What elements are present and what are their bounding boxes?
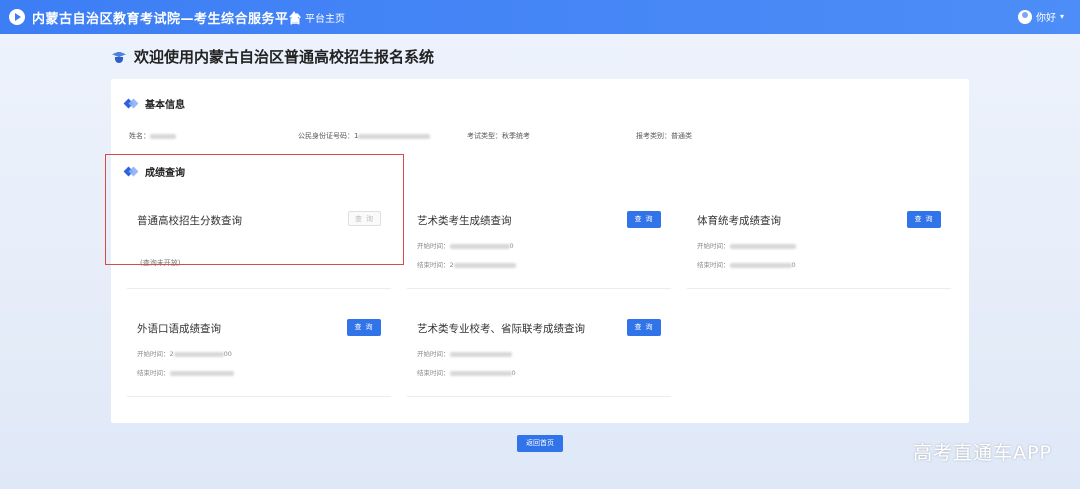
score-card-art: 艺术类考生成绩查询 查 询 开始时间：0 开始时间：结束时间：2 — [407, 193, 671, 289]
start-time: 开始时间： — [417, 348, 512, 358]
score-card-art-professional: 艺术类专业校考、省际联考成绩查询 查 询 开始时间： 结束时间： 0 — [407, 301, 671, 397]
query-button[interactable]: 查 询 — [907, 211, 941, 228]
platform-logo-icon — [9, 9, 25, 25]
back-to-home-button[interactable]: 返回首页 — [517, 435, 563, 452]
score-card-name: 艺术类考生成绩查询 — [417, 215, 512, 227]
chevron-down-icon: ▾ — [1059, 12, 1064, 21]
home-link[interactable]: 平台主页 — [290, 10, 345, 25]
score-card-oral-language: 外语口语成绩查询 查 询 开始时间：2 00 结束时间： — [127, 301, 391, 397]
query-button[interactable]: 查 询 — [347, 319, 381, 336]
start-time: 开始时间： 0 — [417, 242, 514, 250]
basic-info-title: 基本信息 — [145, 100, 185, 111]
exam-type-field: 考试类型：秋季统考 — [467, 132, 530, 140]
name-field: 姓名： — [129, 131, 176, 141]
score-card-name: 外语口语成绩查询 — [137, 323, 221, 335]
home-link-label: 平台主页 — [305, 14, 345, 25]
basic-info-heading: 基本信息 — [125, 96, 185, 111]
category-field: 报考类别：普通类 — [636, 132, 692, 140]
start-time: 开始时间：2 00 — [137, 350, 232, 358]
query-button[interactable]: 查 询 — [627, 319, 661, 336]
query-button[interactable]: 查 询 — [627, 211, 661, 228]
score-card-name: 体育统考成绩查询 — [697, 215, 781, 227]
user-avatar-icon — [1017, 9, 1032, 24]
end-time: 结束时间： 0 — [697, 261, 796, 269]
site-title: 内蒙古自治区教育考试院—考生综合服务平台 — [32, 12, 303, 27]
score-card-sports: 体育统考成绩查询 查 询 开始时间： 结束时间： 0 — [687, 193, 951, 289]
user-menu[interactable]: 你好 ▾ — [1017, 9, 1064, 24]
home-icon — [290, 13, 300, 22]
end-time: 结束时间： 0 — [417, 369, 516, 377]
page-title-text: 欢迎使用内蒙古自治区普通高校招生报名系统 — [134, 48, 435, 66]
highlight-frame — [105, 154, 404, 265]
page-title: 欢迎使用内蒙古自治区普通高校招生报名系统 — [112, 46, 434, 67]
masked-value — [150, 133, 176, 139]
id-number-field: 公民身份证号码：1 — [298, 131, 431, 141]
end-time: 开始时间：结束时间：2 — [417, 259, 516, 269]
user-greeting: 你好 — [1035, 13, 1056, 24]
masked-value — [358, 133, 431, 139]
score-card-name: 艺术类专业校考、省际联考成绩查询 — [417, 323, 585, 335]
top-navigation-bar: 内蒙古自治区教育考试院—考生综合服务平台 平台主页 你好 ▾ — [0, 0, 1080, 34]
end-time: 结束时间： — [137, 367, 234, 377]
basic-info-row: 姓名： 公民身份证号码：1 考试类型：秋季统考 报考类别：普通类 — [129, 131, 949, 145]
graduation-cap-icon — [112, 50, 126, 64]
section-diamond-icon — [125, 99, 137, 108]
start-time: 开始时间： — [697, 240, 796, 250]
watermark-text: 高考直通车APP — [913, 442, 1052, 464]
